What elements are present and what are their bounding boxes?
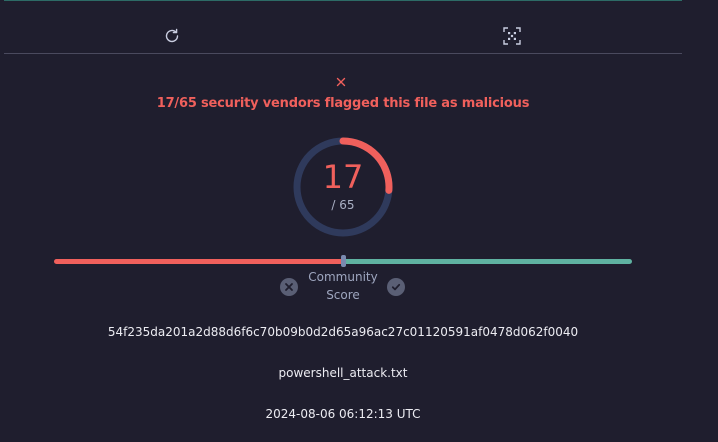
community-score-label: Community Score [303,268,383,304]
qr-grid-icon [503,27,521,45]
file-hash: 54f235da201a2d88d6f6c70b09b0d2d65a96ac27… [107,325,579,339]
close-icon [336,77,346,87]
check-circle-icon [391,283,401,291]
total-engines: / 65 [331,198,355,212]
similar-button[interactable] [501,25,523,47]
file-name: powershell_attack.txt [278,366,408,380]
community-score-marker [341,255,346,267]
x-circle-icon [285,283,293,291]
analysis-date: 2024-08-06 06:12:13 UTC [265,407,421,421]
downvote-button[interactable] [280,278,298,296]
detection-summary: 17/65 security vendors flagged this file… [156,96,530,111]
refresh-icon [165,28,179,43]
reanalyze-button[interactable] [161,25,183,47]
file-detection-panel: 17/65 security vendors flagged this file… [0,0,718,442]
upvote-button[interactable] [387,278,405,296]
community-negative-bar [54,259,344,264]
detection-count: 17 [322,158,364,196]
community-label-line2: Score [326,288,360,302]
toolbar [4,1,682,54]
community-label-line1: Community [308,270,378,284]
community-positive-bar [343,259,632,264]
